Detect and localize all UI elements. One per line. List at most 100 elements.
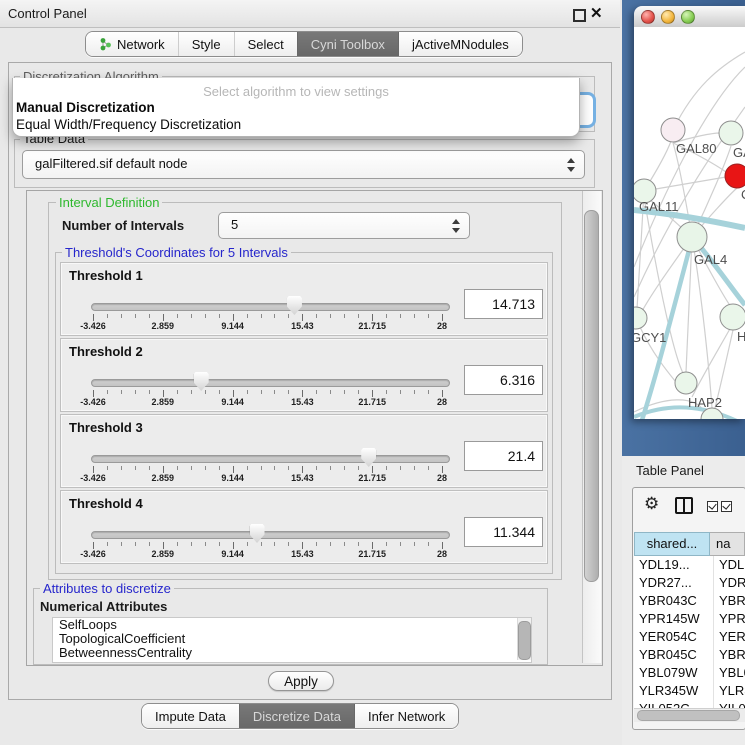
table-data-combobox[interactable]: galFiltered.sif default node: [22, 150, 585, 179]
attributes-scrollbar-thumb[interactable]: [518, 621, 531, 660]
close-icon[interactable]: ✕: [590, 4, 607, 22]
slider-tick: [428, 390, 429, 394]
tab-label: Infer Network: [368, 709, 445, 724]
slider-tick: [177, 542, 178, 546]
network-node-hap2[interactable]: [675, 372, 697, 394]
table-row[interactable]: YIL052CYIL0: [634, 700, 745, 708]
algorithm-dropdown-popup: Select algorithm to view settings Manual…: [12, 78, 580, 137]
gear-icon[interactable]: ⚙: [644, 494, 659, 514]
split-view-icon[interactable]: [675, 497, 693, 514]
slider-tick: [302, 390, 303, 397]
attribute-item-selfloops[interactable]: SelfLoops: [53, 618, 531, 632]
slider-tick: [149, 390, 150, 394]
threshold-panel-threshold-2: Threshold 2-3.4262.8599.14415.4321.71528…: [60, 338, 548, 412]
table-hscrollbar-thumb[interactable]: [637, 710, 740, 721]
tab-cyni-toolbox[interactable]: Cyni Toolbox: [297, 32, 398, 56]
algorithm-option-equal-width-frequency-discretization[interactable]: Equal Width/Frequency Discretization: [13, 116, 579, 133]
table-header-row: shared... na: [634, 532, 745, 556]
slider-tick-label: -3.426: [71, 473, 115, 483]
number-of-intervals-combobox[interactable]: 5: [218, 212, 470, 239]
network-node-c[interactable]: [725, 164, 745, 188]
column-header-name[interactable]: na: [710, 532, 745, 556]
slider-tick-label: -3.426: [71, 549, 115, 559]
network-node-h[interactable]: [720, 304, 745, 330]
network-node-gal4[interactable]: [677, 222, 707, 252]
network-node-gcy1[interactable]: [634, 307, 647, 329]
slider-tick: [316, 466, 317, 470]
attribute-item-topologicalcoefficient[interactable]: TopologicalCoefficient: [53, 632, 531, 646]
table-data-combobox-value: galFiltered.sif default node: [35, 151, 187, 176]
apply-button[interactable]: Apply: [268, 671, 334, 691]
combo-spinner-icon: [452, 219, 460, 233]
numerical-attributes-list: SelfLoopsTopologicalCoefficientBetweenne…: [52, 617, 532, 663]
checkbox-icon[interactable]: [707, 501, 718, 512]
slider-tick: [163, 542, 164, 549]
column-header-shared-name[interactable]: shared...: [634, 532, 710, 556]
slider-tick: [386, 542, 387, 546]
threshold-value-field[interactable]: 11.344: [464, 517, 543, 547]
slider-tick: [93, 466, 94, 473]
threshold-value-field[interactable]: 6.316: [464, 365, 543, 395]
network-node-gal80[interactable]: [661, 118, 685, 142]
checkbox-icon[interactable]: [721, 501, 732, 512]
slider-tick: [233, 542, 234, 549]
table-row[interactable]: YPR145WYPR1: [634, 610, 745, 628]
table-row[interactable]: YER054CYER0: [634, 628, 745, 646]
thresholds-group-title: Threshold's Coordinates for 5 Intervals: [62, 245, 291, 260]
tab-network[interactable]: Network: [86, 32, 178, 56]
close-button[interactable]: [641, 10, 655, 24]
cell-name: YBL0: [714, 664, 745, 682]
slider-thumb[interactable]: [361, 448, 376, 467]
table-row[interactable]: YDL19...YDL1: [634, 556, 745, 574]
table-row[interactable]: YBR043CYBR0: [634, 592, 745, 610]
threshold-value-field[interactable]: 21.4: [464, 441, 543, 471]
network-node-label: GAL11: [639, 199, 679, 214]
slider-tick: [121, 314, 122, 318]
slider-tick: [288, 314, 289, 318]
settings-scrollbar-thumb[interactable]: [584, 210, 599, 582]
table-row[interactable]: YLR345WYLR3: [634, 682, 745, 700]
network-edge[interactable]: [673, 52, 745, 130]
attribute-item-betweennesscentrality[interactable]: BetweennessCentrality: [53, 646, 531, 660]
minimize-button[interactable]: [661, 10, 675, 24]
slider-thumb[interactable]: [250, 524, 265, 543]
tab-select[interactable]: Select: [234, 32, 297, 56]
cell-name: YDR2: [714, 574, 745, 592]
tab-jactivemnodules[interactable]: jActiveMNodules: [398, 32, 522, 56]
slider-tick-label: 21.715: [350, 397, 394, 407]
network-node-label: GAL4: [694, 252, 727, 267]
network-edge[interactable]: [692, 327, 731, 397]
slider-thumb[interactable]: [194, 372, 209, 391]
slider-tick: [135, 314, 136, 318]
tab-style[interactable]: Style: [178, 32, 234, 56]
slider-tick: [386, 466, 387, 470]
slider-tick: [93, 314, 94, 321]
network-node-ga[interactable]: [719, 121, 743, 145]
slider-thumb[interactable]: [287, 296, 302, 315]
slider-tick-label: 2.859: [141, 321, 185, 331]
zoom-button[interactable]: [681, 10, 695, 24]
table-row[interactable]: YBR045CYBR0: [634, 646, 745, 664]
algorithm-placeholder-option[interactable]: Select algorithm to view settings: [13, 78, 579, 99]
thresholds-container: Threshold 1-3.4262.8599.14415.4321.71528…: [60, 262, 548, 566]
slider-track[interactable]: [91, 531, 450, 539]
table-row[interactable]: YBL079WYBL0: [634, 664, 745, 682]
slider-tick: [247, 314, 248, 318]
float-window-icon[interactable]: [573, 9, 586, 22]
network-canvas[interactable]: GAL80GACGAL11GAL4GCY1HHAP2: [634, 27, 745, 419]
interval-definition-title: Interval Definition: [56, 195, 162, 210]
slider-tick: [274, 466, 275, 470]
slider-track[interactable]: [91, 303, 450, 311]
threshold-value-field[interactable]: 14.713: [464, 289, 543, 319]
slider-track[interactable]: [91, 379, 450, 387]
cell-name: YPR1: [714, 610, 745, 628]
tab-infer-network[interactable]: Infer Network: [354, 704, 458, 728]
slider-tick: [247, 390, 248, 394]
table-row[interactable]: YDR27...YDR2: [634, 574, 745, 592]
tab-impute-data[interactable]: Impute Data: [142, 704, 239, 728]
slider-track[interactable]: [91, 455, 450, 463]
algorithm-option-manual-discretization[interactable]: Manual Discretization: [13, 99, 579, 116]
slider-tick: [261, 390, 262, 394]
network-window-titlebar[interactable]: [634, 6, 745, 28]
tab-discretize-data[interactable]: Discretize Data: [239, 704, 354, 728]
